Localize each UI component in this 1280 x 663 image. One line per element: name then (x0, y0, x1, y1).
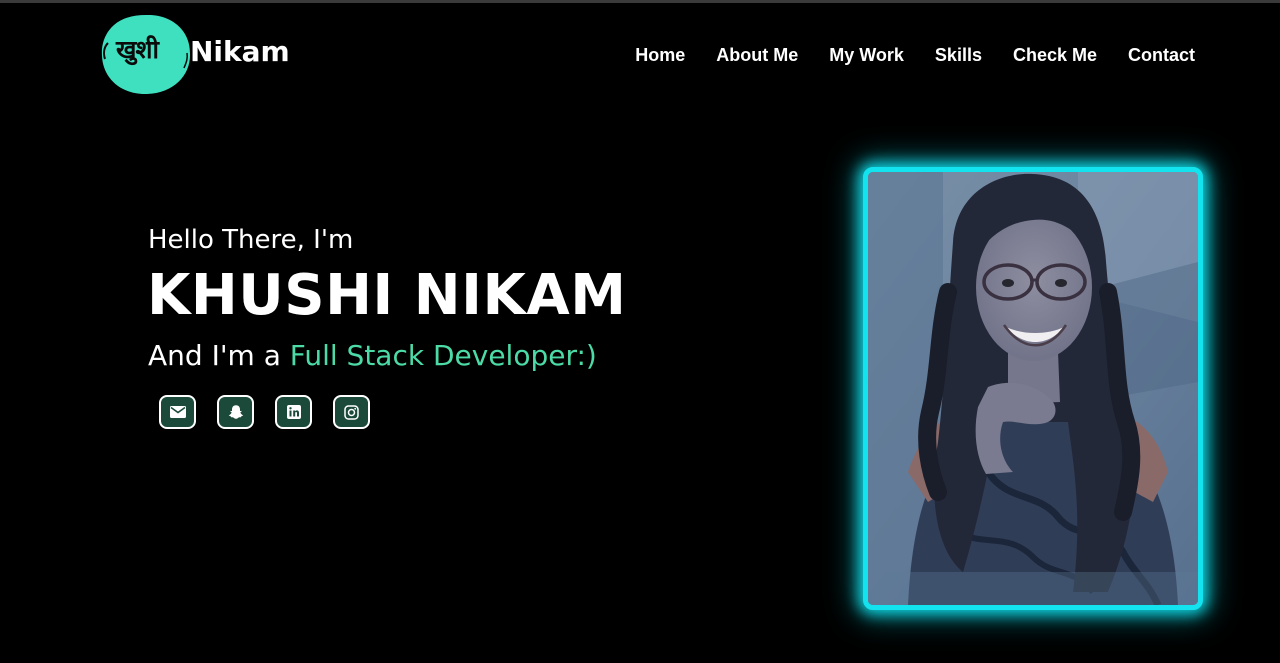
social-links (159, 395, 391, 429)
logo-devanagari-text: खुशी (116, 35, 159, 64)
nav-home[interactable]: Home (635, 44, 685, 66)
linkedin-button[interactable] (275, 395, 312, 429)
snapchat-button[interactable] (217, 395, 254, 429)
hero-role-prefix: And I'm a (148, 339, 290, 372)
nav-check-me[interactable]: Check Me (1013, 44, 1097, 66)
hero-greeting: Hello There, I'm (148, 225, 354, 255)
profile-photo-frame (863, 167, 1203, 610)
logo-latin-text: Nikam (190, 35, 290, 68)
mail-button[interactable] (159, 395, 196, 429)
main-nav: Home About Me My Work Skills Check Me Co… (604, 44, 1195, 66)
nav-contact[interactable]: Contact (1128, 44, 1195, 66)
mail-icon (169, 406, 186, 418)
nav-skills[interactable]: Skills (935, 44, 982, 66)
linkedin-icon (286, 405, 301, 419)
profile-photo (868, 172, 1198, 605)
site-logo[interactable]: खुशी Nikam (100, 13, 310, 97)
page: खुशी Nikam Home About Me My Work Skills … (0, 0, 1280, 663)
snapchat-icon (228, 405, 243, 419)
instagram-icon (344, 404, 359, 420)
instagram-button[interactable] (333, 395, 370, 429)
hero-role: Full Stack Developer:) (289, 339, 597, 372)
nav-about-me[interactable]: About Me (716, 44, 798, 66)
nav-my-work[interactable]: My Work (829, 44, 904, 66)
hero-name: KHUSHI NIKAM (147, 263, 627, 328)
hero-role-line: And I'm a Full Stack Developer:) (148, 338, 597, 374)
top-border (0, 0, 1280, 3)
